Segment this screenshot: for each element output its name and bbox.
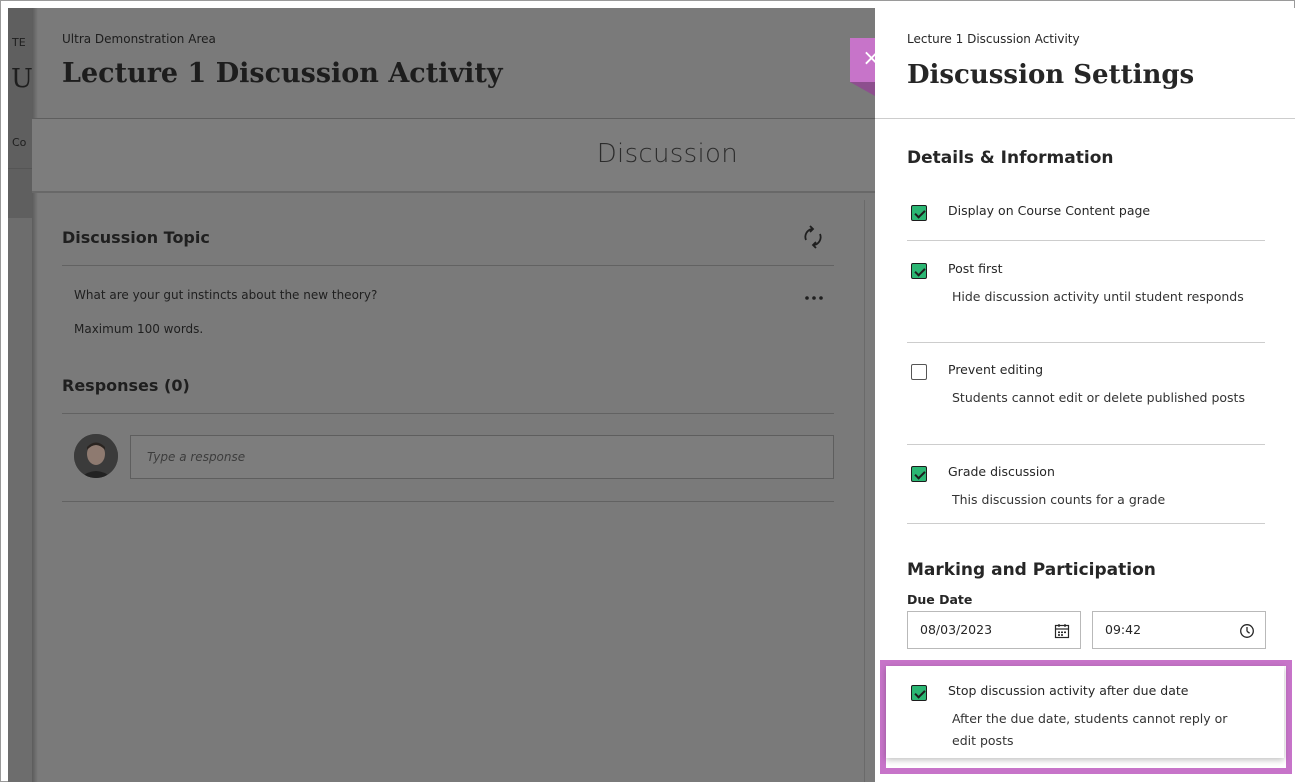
close-tab-fold (850, 82, 875, 96)
responses-heading: Responses (0) (62, 376, 190, 395)
underlying-page: TE U Co (8, 8, 32, 782)
calendar-icon[interactable] (1054, 623, 1070, 639)
setting-divider (907, 523, 1265, 524)
topic-word-limit: Maximum 100 words. (74, 322, 204, 336)
marking-participation-heading: Marking and Participation (907, 560, 1156, 580)
setting-divider (907, 444, 1265, 445)
due-date-value: 08/03/2023 (920, 622, 993, 637)
setting-divider (907, 240, 1265, 241)
setting-label: Stop discussion activity after due date (948, 683, 1189, 698)
due-time-value: 09:42 (1105, 622, 1142, 637)
due-date-field[interactable]: 08/03/2023 (907, 611, 1081, 649)
setting-label: Grade discussion (948, 464, 1055, 479)
avatar-image (74, 434, 118, 478)
checkbox-checked-icon[interactable] (911, 263, 927, 279)
responses-divider (62, 413, 834, 414)
refresh-icon[interactable] (800, 224, 826, 250)
underlying-tab-fragment: Co (12, 136, 27, 149)
setting-description: After the due date, students cannot repl… (952, 711, 1228, 748)
setting-label: Prevent editing (948, 362, 1044, 377)
checkbox-checked-icon[interactable] (911, 466, 927, 482)
page-title: Lecture 1 Discussion Activity (62, 58, 503, 89)
topic-question: What are your gut instincts about the ne… (74, 288, 378, 302)
underlying-divider (8, 168, 32, 169)
settings-breadcrumb: Lecture 1 Discussion Activity (907, 32, 1080, 46)
settings-title: Discussion Settings (907, 60, 1195, 90)
avatar (74, 434, 118, 478)
setting-description: Students cannot edit or delete published… (952, 390, 1245, 405)
more-options-icon[interactable] (804, 294, 824, 302)
discussion-topic-heading: Discussion Topic (62, 228, 210, 247)
responses-bottom-divider (62, 501, 834, 502)
response-input[interactable] (130, 435, 834, 479)
due-date-label: Due Date (907, 592, 973, 607)
breadcrumb[interactable]: Ultra Demonstration Area (62, 32, 216, 46)
settings-header-divider (875, 118, 1295, 119)
checkbox-checked-icon[interactable] (911, 205, 927, 221)
setting-label: Post first (948, 261, 1003, 276)
setting-description: Hide discussion activity until student r… (952, 289, 1244, 304)
checkbox-unchecked-icon[interactable] (911, 364, 927, 380)
tab-discussion[interactable]: Discussion (597, 139, 738, 169)
setting-stop-after-due-date[interactable]: Stop discussion activity after due date … (886, 666, 1284, 758)
underlying-title-fragment: U (11, 64, 32, 94)
content-divider (864, 200, 865, 782)
tab-bar: Discussion (32, 119, 875, 193)
due-time-field[interactable]: 09:42 (1092, 611, 1266, 649)
setting-label: Display on Course Content page (948, 203, 1151, 218)
checkbox-checked-icon[interactable] (911, 685, 927, 701)
underlying-text-fragment: TE (12, 36, 26, 49)
clock-icon[interactable] (1239, 623, 1255, 639)
details-heading: Details & Information (907, 148, 1114, 168)
setting-divider (907, 342, 1265, 343)
topic-divider (62, 265, 834, 266)
setting-description: This discussion counts for a grade (952, 492, 1166, 507)
discussion-panel-dimmed: Ultra Demonstration Area Lecture 1 Discu… (32, 8, 875, 782)
